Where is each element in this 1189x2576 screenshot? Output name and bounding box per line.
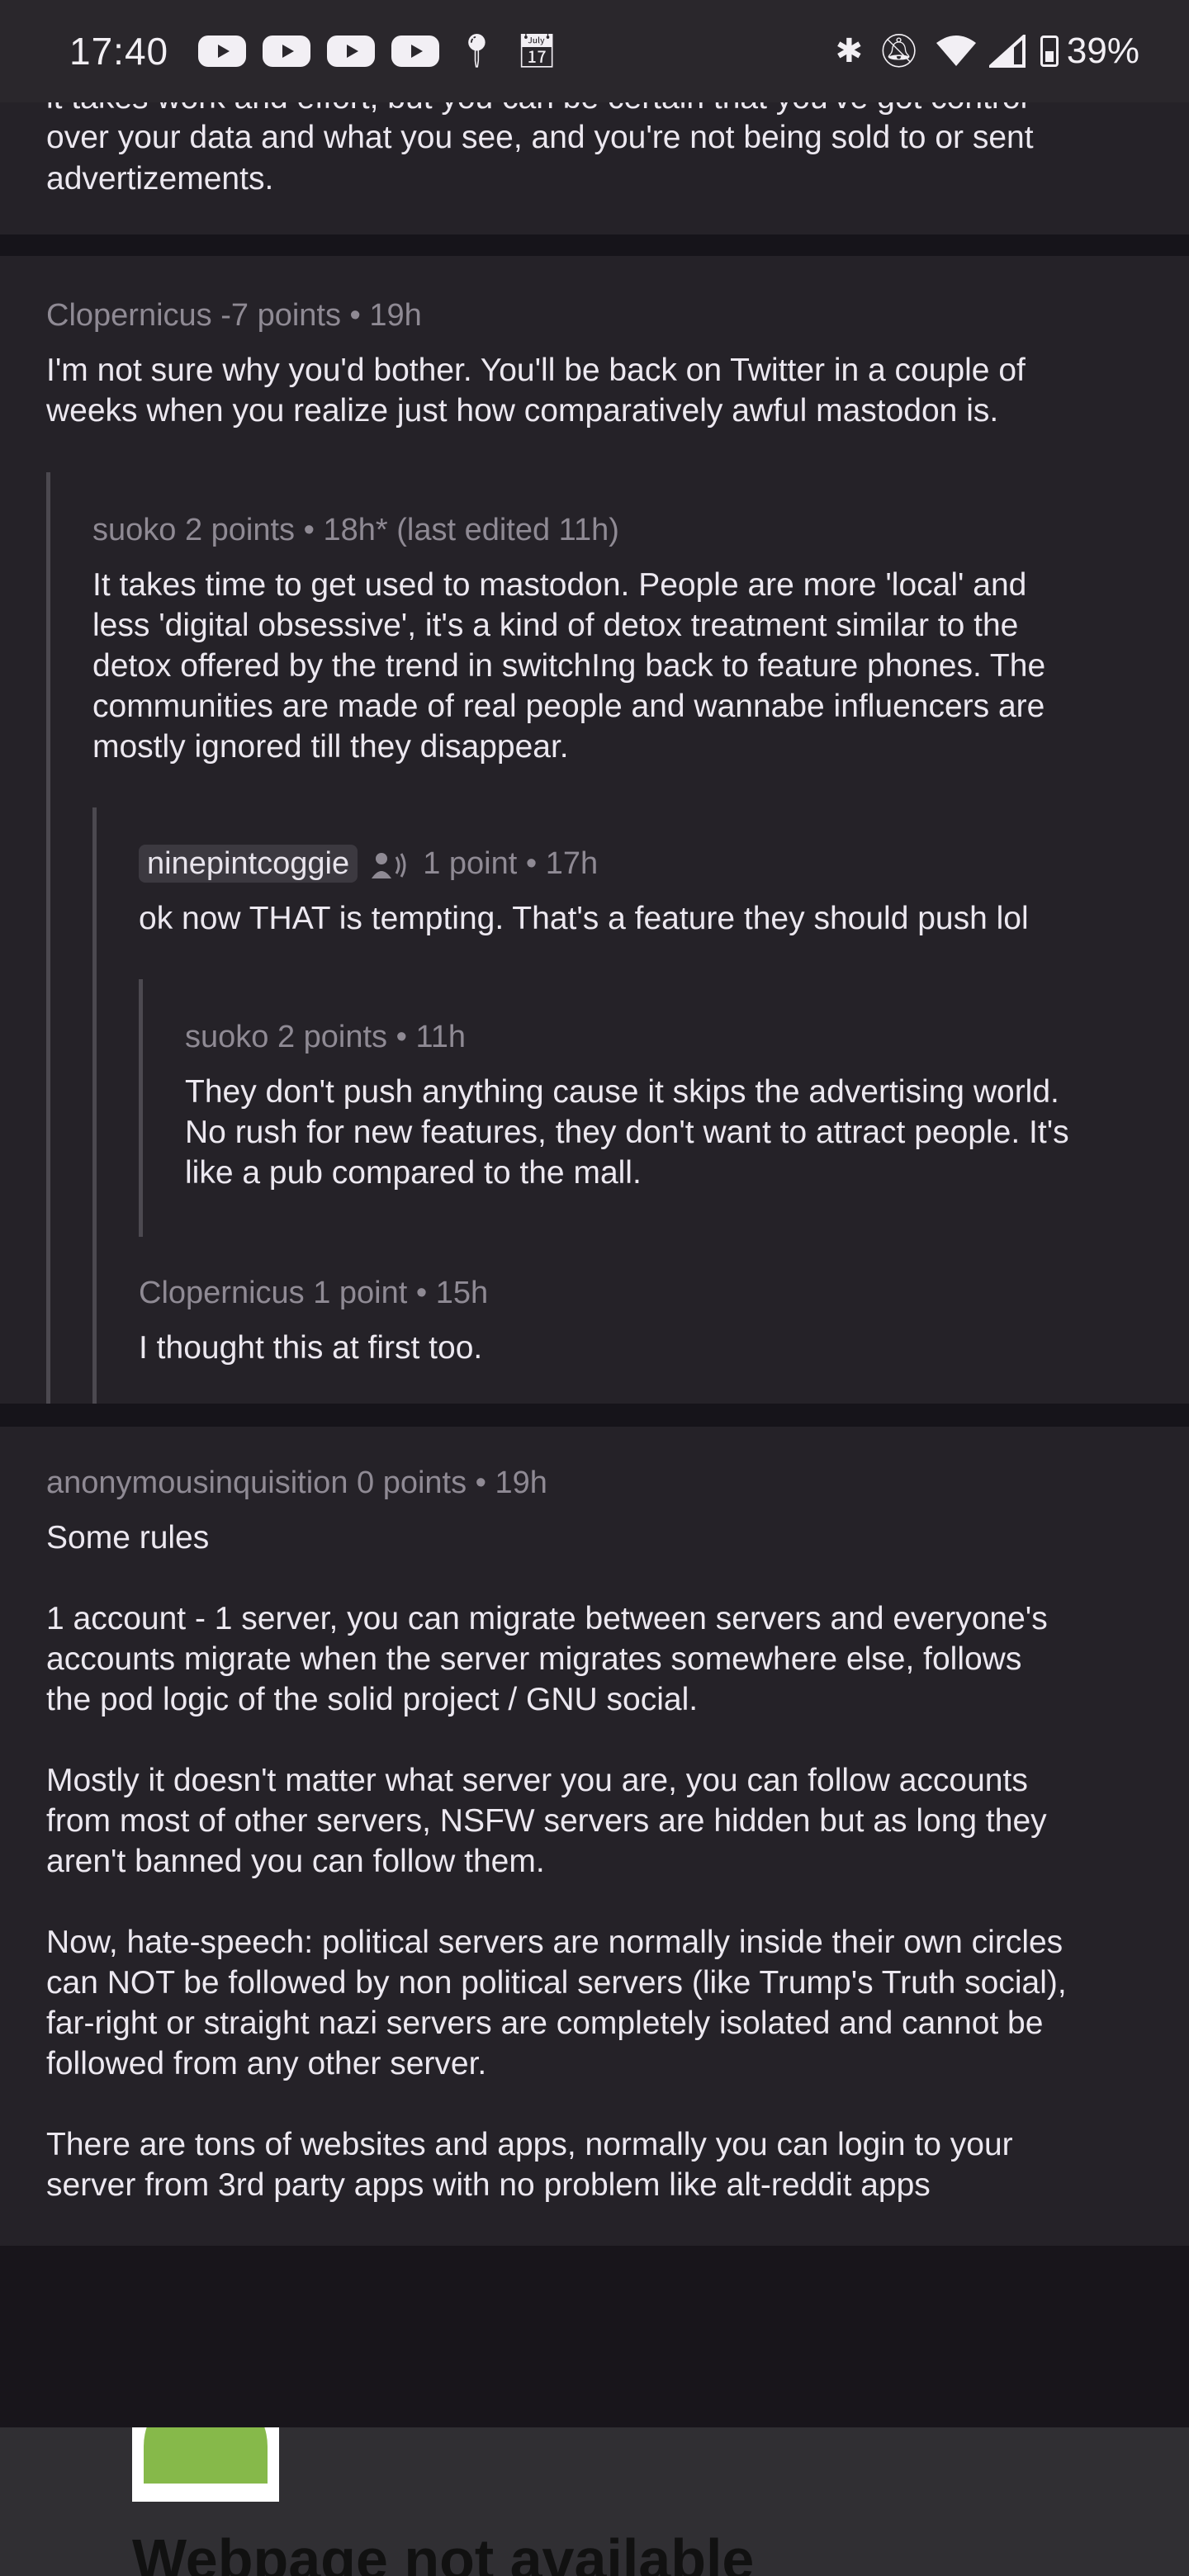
comment-thread: Clopernicus -7 points • 19h I'm not sure…: [0, 256, 1189, 1404]
comment-line: followed from any other server.: [46, 2046, 487, 2081]
android-icon: [132, 2427, 279, 2502]
comment-score: 2 points: [184, 513, 296, 547]
comment-author[interactable]: anonymousinquisition: [46, 1466, 348, 1500]
comment-body: It takes time to get used to mastodon. P…: [92, 565, 1166, 767]
status-time: 17:40: [69, 30, 169, 73]
signal-icon: [988, 35, 1026, 68]
comment-meta: anonymousinquisition 0 points • 19h: [46, 1466, 547, 1500]
comment-time: 11h: [415, 1020, 467, 1054]
comment-body: I thought this at first too.: [139, 1328, 1163, 1368]
comment-line: mostly ignored till they disappear.: [92, 729, 569, 765]
comment-body: Some rules 1 account - 1 server, you can…: [46, 1518, 1169, 2205]
comment-score: 1 point: [313, 1276, 408, 1310]
comment[interactable]: anonymousinquisition 0 points • 19h Some…: [46, 1465, 1169, 2205]
moderator-icon: [371, 852, 406, 878]
comment-paragraph: Some rules: [46, 1518, 1169, 1558]
comment-line: communities are made of real people and …: [92, 689, 1045, 724]
comment-line: aren't banned you can follow them.: [46, 1844, 545, 1879]
comment-line: Some rules: [46, 1520, 210, 1556]
bluetooth-icon: ✱: [835, 33, 864, 69]
comment-line: There are tons of websites and apps, nor…: [46, 2127, 1013, 2162]
status-bar: 17:40 📍︎ 📅︎ ✱ 🔕︎ 39%: [0, 0, 1189, 102]
youtube-icon: [198, 36, 247, 67]
comment-line: 1 account - 1 server, you can migrate be…: [46, 1601, 1048, 1636]
comment-time: 17h: [545, 846, 599, 881]
comment-score: -7 points: [220, 298, 341, 333]
comment-body: They don't push anything cause it skips …: [185, 1072, 1168, 1193]
comment-line: can NOT be followed by non political ser…: [46, 1965, 1067, 2001]
comment-line: advertizements.: [46, 161, 274, 197]
comment-score: 0 points: [357, 1466, 467, 1500]
comment-author[interactable]: suoko: [185, 1020, 268, 1054]
comment-meta: suoko 2 points • 11h: [185, 1020, 467, 1054]
comment-line: I'm not sure why you'd bother. You'll be…: [46, 353, 1026, 388]
battery-icon: [1040, 36, 1059, 67]
comment-line: the pod logic of the solid project / GNU…: [46, 1682, 699, 1717]
comment-thread: anonymousinquisition 0 points • 19h Some…: [0, 1427, 1189, 2246]
comment-line: accounts migrate when the server migrate…: [46, 1641, 1022, 1677]
mute-icon: 🔕︎: [878, 33, 920, 69]
comment-paragraph: 1 account - 1 server, you can migrate be…: [46, 1598, 1169, 1720]
system-icons: ✱ 🔕︎ 39%: [821, 31, 1189, 72]
comment-score: 2 points: [277, 1020, 388, 1054]
comment-line: from most of other servers, NSFW servers…: [46, 1803, 1047, 1839]
notification-icons: 📍︎ 📅︎: [198, 35, 576, 68]
comment-time: 19h: [495, 1466, 547, 1500]
comment-line: weeks when you realize just how comparat…: [46, 393, 999, 429]
youtube-icon: [263, 36, 311, 67]
comment-author[interactable]: ninepintcoggie: [139, 845, 358, 883]
comment-author[interactable]: Clopernicus: [46, 298, 212, 333]
comment[interactable]: Clopernicus -7 points • 19h I'm not sure…: [46, 297, 1153, 431]
comment-line: They don't push anything cause it skips …: [185, 1074, 1059, 1110]
divider: [0, 234, 1189, 256]
comment-meta: suoko 2 points • 18h* (last edited 11h): [92, 513, 619, 547]
comment[interactable]: Clopernicus 1 point • 15h I thought this…: [139, 1275, 1163, 1368]
divider: [0, 1404, 1189, 1427]
battery-percentage: 39%: [1066, 31, 1139, 71]
comment-line: Mostly it doesn't matter what server you…: [46, 1763, 1028, 1798]
comment-meta: Clopernicus -7 points • 19h: [46, 298, 422, 333]
comment-time: 19h: [369, 298, 422, 333]
comment-line: like a pub compared to the mall.: [185, 1155, 642, 1191]
thread-line[interactable]: [139, 979, 143, 1237]
youtube-icon: [327, 36, 376, 67]
comment-line: over your data and what you see, and you…: [46, 120, 1034, 155]
calendar-icon: 📅︎: [515, 33, 558, 69]
comment[interactable]: ninepintcoggie 1 point • 17h ok now THAT…: [139, 845, 1163, 939]
comment-paragraph: Mostly it doesn't matter what server you…: [46, 1760, 1169, 1882]
comment-body: ok now THAT is tempting. That's a featur…: [139, 898, 1163, 939]
thread-line[interactable]: [46, 472, 50, 1404]
comment-line: Now, hate-speech: political servers are …: [46, 1925, 1063, 1960]
location-icon: 📍︎: [456, 33, 498, 69]
comment-paragraph: Now, hate-speech: political servers are …: [46, 1922, 1169, 2084]
comment-score: 1 point: [423, 846, 518, 881]
comment-paragraph: There are tons of websites and apps, nor…: [46, 2124, 1169, 2205]
comment-line: ok now THAT is tempting. That's a featur…: [139, 901, 1029, 936]
comment-line: It takes time to get used to mastodon. P…: [92, 567, 1027, 603]
youtube-icon: [391, 36, 440, 67]
comment[interactable]: suoko 2 points • 11h They don't push any…: [185, 1019, 1168, 1193]
comment-line: No rush for new features, they don't wan…: [185, 1115, 1069, 1150]
comment-line: I thought this at first too.: [139, 1330, 483, 1366]
comment-line: far-right or straight nazi servers are c…: [46, 2005, 1044, 2041]
webpage-not-available-title: Webpage not available: [132, 2527, 755, 2576]
comment-line: detox offered by the trend in switchIng …: [92, 648, 1046, 684]
wifi-icon: [936, 36, 976, 66]
comment-meta: Clopernicus 1 point • 15h: [139, 1276, 489, 1310]
comment-body: I'm not sure why you'd bother. You'll be…: [46, 350, 1153, 431]
comment-author[interactable]: suoko: [92, 513, 176, 547]
empty-feed-area: [0, 2246, 1189, 2427]
comment-meta: ninepintcoggie 1 point • 17h: [139, 845, 1163, 883]
comment[interactable]: suoko 2 points • 18h* (last edited 11h) …: [92, 512, 1166, 767]
comment-author[interactable]: Clopernicus: [139, 1276, 305, 1310]
comment-line: less 'digital obsessive', it's a kind of…: [92, 608, 1019, 643]
comment-time: 18h* (last edited 11h): [323, 513, 619, 547]
comment-line: server from 3rd party apps with no probl…: [46, 2167, 931, 2203]
comment-time: 15h: [435, 1276, 489, 1310]
thread-line[interactable]: [92, 807, 97, 1404]
